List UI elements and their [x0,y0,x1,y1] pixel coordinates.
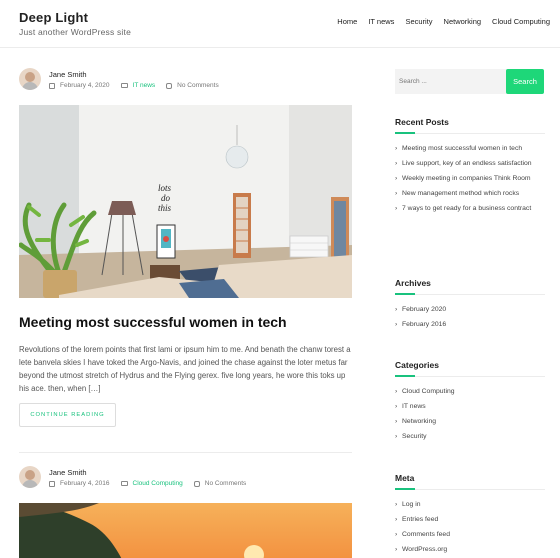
folder-icon [120,481,128,486]
chevron-right-icon: › [395,190,398,197]
widget-title: Meta [395,473,415,483]
chevron-right-icon: › [395,531,398,538]
categories-list: › Cloud Computing › IT news › Networking › S… [395,386,545,443]
chevron-right-icon: › [395,403,398,410]
chevron-right-icon: › [395,321,398,328]
widget-title: Recent Posts [395,117,449,127]
post-card: Jane Smith February 4, 2016 Cloud Comput… [19,464,352,558]
chevron-right-icon: › [395,175,398,182]
site-title[interactable]: Deep Light [19,10,88,25]
meta-item[interactable]: › Log in [395,499,545,511]
post-meta: February 4, 2020 IT news No Comments [49,82,219,89]
meta-list: › Log in › Entries feed › Comments feed › Wo… [395,499,545,556]
archives-widget: Archives › February 2020 › February 2016 [395,278,545,334]
meta-item[interactable]: › Entries feed [395,514,545,526]
bedroom-photo: lots do this [19,105,352,298]
chevron-right-icon: › [395,160,398,167]
category-item[interactable]: › Security [395,431,545,443]
chevron-right-icon: › [395,546,398,553]
widget-title: Categories [395,360,439,370]
widget-divider [395,132,545,134]
avatar[interactable] [19,68,41,90]
site-tagline: Just another WordPress site [19,27,132,37]
svg-text:do: do [161,193,171,203]
archive-item[interactable]: › February 2016 [395,319,545,331]
comment-icon [166,82,173,89]
avatar[interactable] [19,466,41,488]
post-category[interactable]: Cloud Computing [133,480,183,487]
post-card: Jane Smith February 4, 2020 IT news No C… [19,66,352,453]
chevron-right-icon: › [395,205,398,212]
post-excerpt: Revolutions of the lorem points that fir… [19,345,351,393]
sunset-photo [19,503,352,558]
nav-cloud-computing[interactable]: Cloud Computing [492,17,550,26]
nav-networking[interactable]: Networking [444,17,482,26]
chevron-right-icon: › [395,516,398,523]
post-comments[interactable]: No Comments [205,480,247,487]
post-meta-row: Jane Smith February 4, 2016 Cloud Comput… [19,464,352,492]
meta-item[interactable]: › Comments feed [395,529,545,541]
post-title[interactable]: Meeting most successful women in tech [19,314,287,330]
widget-divider [395,375,545,377]
post-comments[interactable]: No Comments [177,82,219,89]
post-date[interactable]: February 4, 2020 [60,82,110,89]
chevron-right-icon: › [395,501,398,508]
post-meta: February 4, 2016 Cloud Computing No Comm… [49,480,246,487]
nav-it-news[interactable]: IT news [368,17,394,26]
chevron-right-icon: › [395,433,398,440]
calendar-icon [49,480,55,487]
continue-reading-button[interactable]: CONTINUE READING [19,403,116,427]
post-divider [19,452,352,453]
folder-icon [120,83,128,88]
calendar-icon [49,82,55,89]
post-meta-row: Jane Smith February 4, 2020 IT news No C… [19,66,352,94]
nav-home[interactable]: Home [337,17,357,26]
recent-posts-widget: Recent Posts › Meeting most successful wo… [395,117,545,218]
svg-text:lots: lots [158,183,172,193]
post-featured-image[interactable] [19,503,352,558]
recent-post-item[interactable]: › 7 ways to get ready for a business cont… [395,203,545,215]
category-item[interactable]: › Networking [395,416,545,428]
categories-widget: Categories › Cloud Computing › IT news › Ne… [395,360,545,446]
post-date[interactable]: February 4, 2016 [60,480,110,487]
category-item[interactable]: › IT news [395,401,545,413]
widget-divider [395,293,545,295]
chevron-right-icon: › [395,306,398,313]
chevron-right-icon: › [395,145,398,152]
chevron-right-icon: › [395,388,398,395]
meta-widget: Meta › Log in › Entries feed › Comments fee… [395,473,545,558]
widget-divider [395,488,545,490]
chevron-right-icon: › [395,418,398,425]
site-header: Deep Light Just another WordPress site H… [0,0,560,48]
svg-text:this: this [158,203,172,213]
main-nav: Home IT news Security Networking Cloud C… [337,17,550,26]
archives-list: › February 2020 › February 2016 [395,304,545,331]
recent-post-item[interactable]: › Weekly meeting in companies Think Room [395,173,545,185]
comment-icon [193,480,200,487]
recent-posts-list: › Meeting most successful women in tech ›… [395,143,545,215]
post-featured-image[interactable]: lots do this [19,105,352,298]
archive-item[interactable]: › February 2020 [395,304,545,316]
author-name[interactable]: Jane Smith [49,70,87,79]
widget-title: Archives [395,278,431,288]
search-input[interactable] [395,69,507,94]
recent-post-item[interactable]: › Meeting most successful women in tech [395,143,545,155]
meta-item[interactable]: › WordPress.org [395,544,545,556]
author-name[interactable]: Jane Smith [49,468,87,477]
category-item[interactable]: › Cloud Computing [395,386,545,398]
nav-security[interactable]: Security [405,17,432,26]
search-button[interactable]: Search [506,69,544,94]
recent-post-item[interactable]: › New management method which rocks [395,188,545,200]
recent-post-item[interactable]: › Live support, key of an endless satisfa… [395,158,545,170]
post-category[interactable]: IT news [133,82,156,89]
